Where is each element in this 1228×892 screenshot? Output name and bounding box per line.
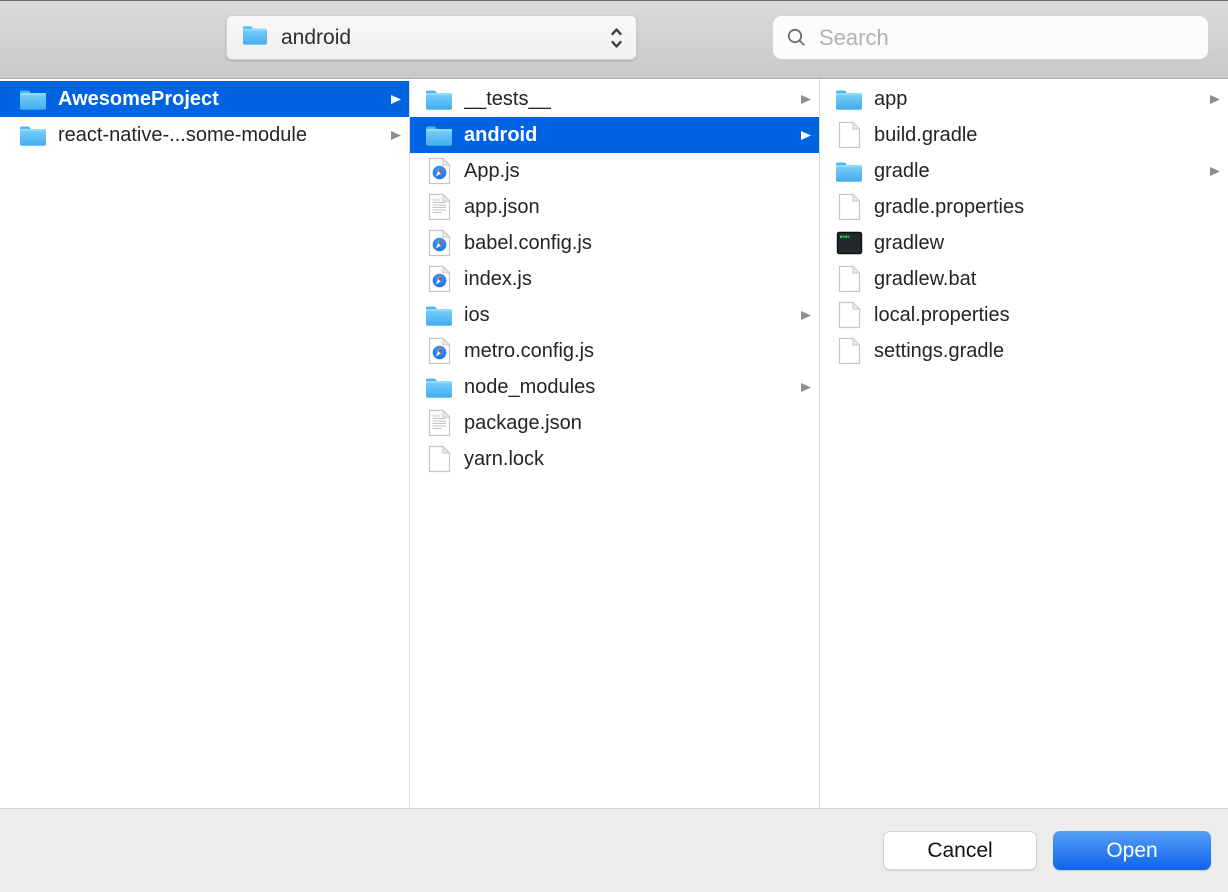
file-column-3: app ▶ build.gradle gradle ▶ gradle.properties…	[820, 79, 1228, 808]
folder-icon	[18, 83, 48, 115]
file-row[interactable]: package.json	[410, 405, 819, 441]
doc-icon	[834, 335, 864, 367]
file-row[interactable]: __tests__ ▶	[410, 81, 819, 117]
file-row[interactable]: build.gradle	[820, 117, 1228, 153]
doc-icon	[424, 443, 454, 475]
file-label: ios	[464, 304, 795, 327]
disclosure-triangle-icon: ▶	[801, 308, 811, 322]
file-row[interactable]: gradlew	[820, 225, 1228, 261]
jsdoc-icon	[424, 227, 454, 259]
folder-icon	[424, 371, 454, 403]
folder-dropdown-value: android	[281, 26, 609, 50]
disclosure-triangle-icon: ▶	[391, 128, 401, 142]
folder-icon	[18, 119, 48, 151]
file-row[interactable]: ios ▶	[410, 297, 819, 333]
disclosure-triangle-icon: ▶	[1210, 92, 1220, 106]
file-label: App.js	[464, 160, 811, 183]
file-label: gradlew.bat	[874, 268, 1220, 291]
file-row[interactable]: gradlew.bat	[820, 261, 1228, 297]
file-label: gradlew	[874, 232, 1220, 255]
textdoc-icon	[424, 191, 454, 223]
open-button[interactable]: Open	[1053, 831, 1211, 870]
file-row[interactable]: metro.config.js	[410, 333, 819, 369]
folder-icon	[241, 24, 269, 51]
folder-dropdown[interactable]: android	[226, 15, 637, 60]
file-row[interactable]: react-native-...some-module ▶	[0, 117, 409, 153]
file-label: gradle	[874, 160, 1204, 183]
file-row[interactable]: node_modules ▶	[410, 369, 819, 405]
file-label: node_modules	[464, 376, 795, 399]
file-row[interactable]: index.js	[410, 261, 819, 297]
folder-icon	[424, 119, 454, 151]
textdoc-icon	[424, 407, 454, 439]
file-browser-columns: AwesomeProject▶react-native-...some-modu…	[0, 79, 1228, 808]
file-row[interactable]: app.json	[410, 189, 819, 225]
cancel-button[interactable]: Cancel	[883, 831, 1037, 870]
file-row[interactable]: babel.config.js	[410, 225, 819, 261]
folder-icon	[834, 155, 864, 187]
doc-icon	[834, 119, 864, 151]
toolbar: android	[0, 0, 1228, 79]
search-input[interactable]	[817, 24, 1198, 52]
file-row[interactable]: App.js	[410, 153, 819, 189]
file-label: AwesomeProject	[58, 88, 385, 111]
jsdoc-icon	[424, 263, 454, 295]
file-label: app	[874, 88, 1204, 111]
disclosure-triangle-icon: ▶	[801, 92, 811, 106]
file-row[interactable]: settings.gradle	[820, 333, 1228, 369]
file-row[interactable]: app ▶	[820, 81, 1228, 117]
folder-icon	[424, 299, 454, 331]
disclosure-triangle-icon: ▶	[1210, 164, 1220, 178]
file-label: local.properties	[874, 304, 1220, 327]
file-label: gradle.properties	[874, 196, 1220, 219]
exec-icon	[834, 227, 864, 259]
folder-icon	[424, 83, 454, 115]
file-label: babel.config.js	[464, 232, 811, 255]
file-column-2: __tests__ ▶ android ▶ App.js app.json babel.co…	[410, 79, 820, 808]
jsdoc-icon	[424, 155, 454, 187]
doc-icon	[834, 299, 864, 331]
footer-bar: Cancel Open	[0, 808, 1228, 892]
chevron-up-down-icon	[609, 26, 624, 50]
disclosure-triangle-icon: ▶	[801, 380, 811, 394]
doc-icon	[834, 191, 864, 223]
file-label: react-native-...some-module	[58, 124, 385, 147]
open-file-dialog: android AwesomeProject▶react-native-...s…	[0, 0, 1228, 892]
file-row[interactable]: android ▶	[410, 117, 819, 153]
file-label: metro.config.js	[464, 340, 811, 363]
file-row[interactable]: local.properties	[820, 297, 1228, 333]
disclosure-triangle-icon: ▶	[801, 128, 811, 142]
search-box[interactable]	[772, 15, 1209, 60]
folder-icon	[834, 83, 864, 115]
file-label: settings.gradle	[874, 340, 1220, 363]
jsdoc-icon	[424, 335, 454, 367]
file-label: yarn.lock	[464, 448, 811, 471]
file-label: android	[464, 124, 795, 147]
file-label: build.gradle	[874, 124, 1220, 147]
file-row[interactable]: AwesomeProject ▶	[0, 81, 409, 117]
file-row[interactable]: yarn.lock	[410, 441, 819, 477]
file-column-1: AwesomeProject▶react-native-...some-modu…	[0, 79, 410, 808]
file-label: index.js	[464, 268, 811, 291]
file-row[interactable]: gradle.properties	[820, 189, 1228, 225]
file-label: package.json	[464, 412, 811, 435]
search-icon	[786, 27, 807, 48]
file-label: __tests__	[464, 88, 795, 111]
file-label: app.json	[464, 196, 811, 219]
disclosure-triangle-icon: ▶	[391, 92, 401, 106]
doc-icon	[834, 263, 864, 295]
file-row[interactable]: gradle ▶	[820, 153, 1228, 189]
